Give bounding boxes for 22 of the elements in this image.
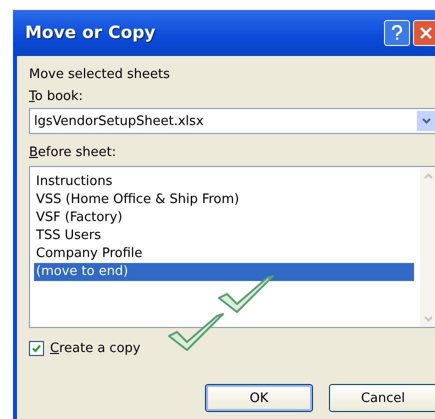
sheet-list-item[interactable]: Company Profile <box>34 245 414 263</box>
create-copy-checkbox[interactable] <box>29 340 44 356</box>
sheet-list-item[interactable]: VSF (Factory) <box>34 209 414 227</box>
to-book-dropdown[interactable]: lgsVendorSetupSheet.xlsx <box>29 108 435 134</box>
sheet-list-item[interactable]: Instructions <box>34 173 414 191</box>
check-icon <box>32 344 41 352</box>
help-button[interactable] <box>384 20 410 46</box>
window-title: Move or Copy <box>25 23 157 43</box>
to-book-label: To book: <box>29 88 84 106</box>
heading-label: Move selected sheets <box>29 66 171 84</box>
close-icon <box>420 27 432 39</box>
checkmark-drawing <box>217 272 277 316</box>
close-button[interactable] <box>413 20 435 46</box>
checkmark-drawing <box>167 310 227 354</box>
sheet-list-item[interactable]: VSS (Home Office & Ship From) <box>34 191 414 209</box>
before-sheet-label: Before sheet: <box>29 144 118 162</box>
help-icon <box>391 25 403 41</box>
sheet-list-item[interactable]: (move to end) <box>34 263 414 281</box>
sheet-list-item[interactable]: TSS Users <box>34 227 414 245</box>
ok-button[interactable]: OK <box>205 384 313 412</box>
cancel-button[interactable]: Cancel <box>329 384 435 412</box>
create-copy-label: Create a copy <box>50 340 140 356</box>
